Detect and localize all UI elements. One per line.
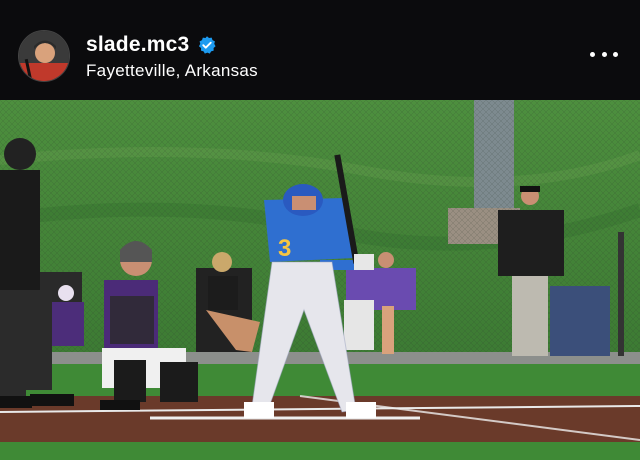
more-options-icon[interactable] bbox=[590, 44, 618, 64]
jersey-number: 3 bbox=[278, 235, 291, 262]
username[interactable]: slade.mc3 bbox=[86, 33, 189, 57]
baseball-scene: 3 bbox=[0, 100, 640, 460]
avatar-image bbox=[19, 31, 69, 81]
username-row: slade.mc3 bbox=[86, 32, 217, 58]
location-link[interactable]: Fayetteville, Arkansas bbox=[86, 61, 258, 81]
post-photo[interactable]: 3 bbox=[0, 100, 640, 460]
dot bbox=[613, 51, 618, 57]
verified-badge-icon bbox=[197, 35, 217, 55]
dot bbox=[601, 51, 607, 57]
post-header: slade.mc3 Fayetteville, Arkansas bbox=[0, 0, 640, 100]
dot bbox=[590, 51, 595, 57]
foreground-grass bbox=[0, 442, 640, 460]
profile-avatar[interactable] bbox=[18, 30, 70, 82]
